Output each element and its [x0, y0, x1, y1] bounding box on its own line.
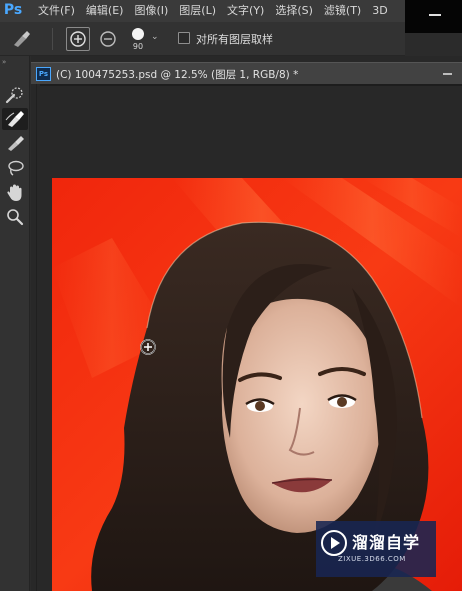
- minimize-icon[interactable]: [429, 14, 441, 16]
- expand-detection-button[interactable]: [66, 27, 90, 51]
- erase-refinements-button[interactable]: [96, 27, 120, 51]
- tool-brush[interactable]: [2, 132, 28, 154]
- tool-quick-selection[interactable]: [2, 84, 28, 106]
- watermark-url: ZIXUE.3D66.COM: [338, 555, 406, 563]
- chevron-down-icon[interactable]: ⌄: [151, 32, 159, 42]
- menu-edit[interactable]: 编辑(E): [86, 0, 135, 22]
- photoshop-logo: Ps: [3, 2, 23, 18]
- tool-refine-edge-brush[interactable]: [2, 108, 28, 130]
- brush-size-value: 90: [132, 42, 144, 51]
- sample-all-layers-label: 对所有图层取样: [196, 33, 273, 46]
- menu-type[interactable]: 文字(Y): [227, 0, 275, 22]
- document-title: (C) 100475253.psd @ 12.5% (图层 1, RGB/8) …: [56, 69, 299, 81]
- menu-layer[interactable]: 图层(L): [179, 0, 227, 22]
- tools-panel: »: [0, 56, 30, 591]
- lasso-icon: [8, 160, 24, 176]
- crosshair-plus-icon: [140, 339, 156, 355]
- panel-collapse-icon[interactable]: »: [2, 58, 7, 66]
- minus-circle-icon: [100, 31, 116, 47]
- tool-lasso[interactable]: [2, 158, 28, 180]
- brush-icon: [8, 136, 24, 151]
- document-file-icon: Ps: [36, 67, 51, 81]
- main-menu: 文件(F) 编辑(E) 图像(I) 图层(L) 文字(Y) 选择(S) 滤镜(T…: [38, 0, 399, 22]
- menu-3d[interactable]: 3D: [372, 0, 398, 22]
- watermark: 溜溜自学 ZIXUE.3D66.COM: [316, 521, 436, 577]
- panel-divider: [36, 84, 37, 591]
- plus-circle-icon: [70, 31, 86, 47]
- hand-icon: [7, 184, 22, 201]
- refine-edge-brush-icon: [5, 111, 24, 127]
- quick-selection-icon: [5, 87, 23, 104]
- watermark-brand: 溜溜自学: [352, 533, 421, 552]
- menu-select[interactable]: 选择(S): [275, 0, 324, 22]
- brush-tool-icon: [14, 31, 30, 47]
- menu-image[interactable]: 图像(I): [134, 0, 179, 22]
- menu-filter[interactable]: 滤镜(T): [324, 0, 372, 22]
- options-divider: [52, 28, 53, 50]
- tool-preset-picker[interactable]: [8, 28, 34, 50]
- tool-hand[interactable]: [2, 182, 28, 204]
- tab-bar-shadow: [40, 84, 462, 86]
- menu-file[interactable]: 文件(F): [38, 0, 86, 22]
- brush-cursor: [139, 338, 157, 356]
- brush-tip-icon: [132, 28, 144, 40]
- zoom-icon: [7, 209, 24, 226]
- window-overlay: [405, 0, 462, 33]
- options-bar: 90 ⌄ 对所有图层取样: [0, 22, 405, 56]
- play-logo-icon: [321, 530, 347, 556]
- document-tab[interactable]: Ps (C) 100475253.psd @ 12.5% (图层 1, RGB/…: [31, 62, 462, 84]
- tool-zoom[interactable]: [2, 206, 28, 228]
- menu-bar: Ps 文件(F) 编辑(E) 图像(I) 图层(L) 文字(Y) 选择(S) 滤…: [0, 0, 462, 22]
- sample-all-layers-checkbox[interactable]: [178, 32, 190, 44]
- collapse-icon[interactable]: [443, 73, 452, 75]
